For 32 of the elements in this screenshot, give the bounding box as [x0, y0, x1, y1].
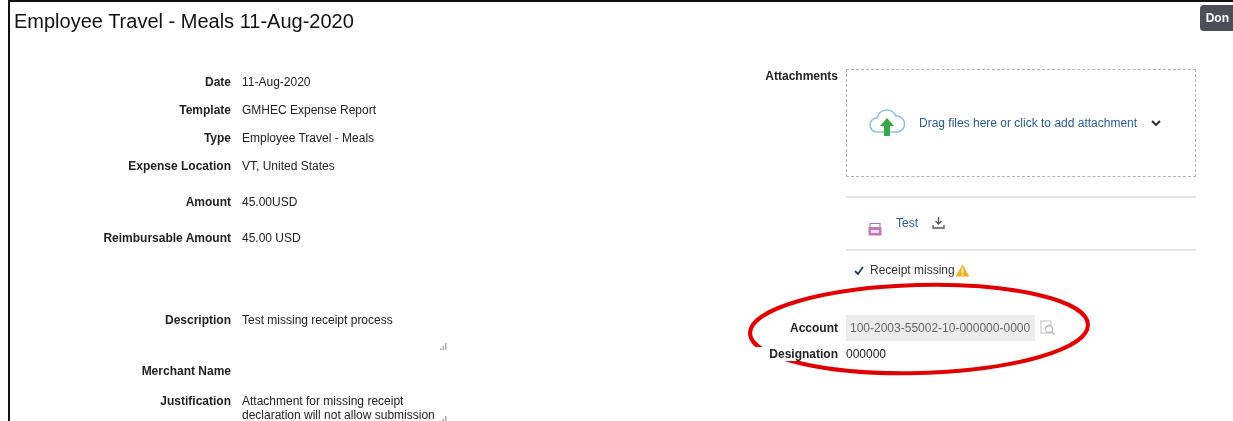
resize-grip-icon[interactable] [440, 343, 447, 350]
checkbox-label: Receipt missing [870, 263, 955, 277]
chevron-down-icon[interactable] [1151, 119, 1162, 127]
field-label: Reimbursable Amount [102, 230, 231, 245]
field-label: Template [178, 102, 231, 117]
field-value[interactable]: Attachment for missing receipt declaration will not allow submission [242, 387, 447, 421]
checkmark-icon[interactable] [854, 265, 864, 275]
field-value: GMHEC Expense Report [242, 102, 377, 117]
field-label: Description [164, 312, 231, 327]
field-label: Expense Location [127, 158, 231, 173]
field-label: Account [789, 321, 838, 335]
done-button[interactable]: Don [1199, 5, 1233, 31]
attachment-dropzone[interactable]: Drag files here or click to add attachment [846, 69, 1196, 177]
field-label: Type [202, 130, 231, 145]
field-value: 11-Aug-2020 [242, 74, 311, 89]
field-label: Date [204, 74, 231, 89]
field-label: Amount [184, 194, 231, 209]
resize-grip-icon[interactable] [440, 416, 447, 421]
field-label: Attachments [764, 68, 838, 83]
field-value: 45.00 USD [242, 230, 301, 245]
download-icon[interactable] [932, 216, 945, 229]
field-value: VT, United States [242, 158, 335, 173]
field-label: Justification [159, 393, 231, 408]
field-value[interactable]: Test missing receipt process [242, 306, 447, 327]
field-value: 000000 [846, 347, 887, 361]
file-icon [868, 223, 882, 236]
field-value: Employee Travel - Meals [242, 130, 375, 145]
page-title: Employee Travel - Meals 11-Aug-2020 [14, 9, 354, 33]
field-label: Merchant Name [140, 363, 231, 378]
attachment-link[interactable]: Test [896, 216, 918, 230]
dropzone-text: Drag files here or click to add attachment [919, 116, 1138, 130]
field-value: 45.00USD [242, 194, 298, 209]
